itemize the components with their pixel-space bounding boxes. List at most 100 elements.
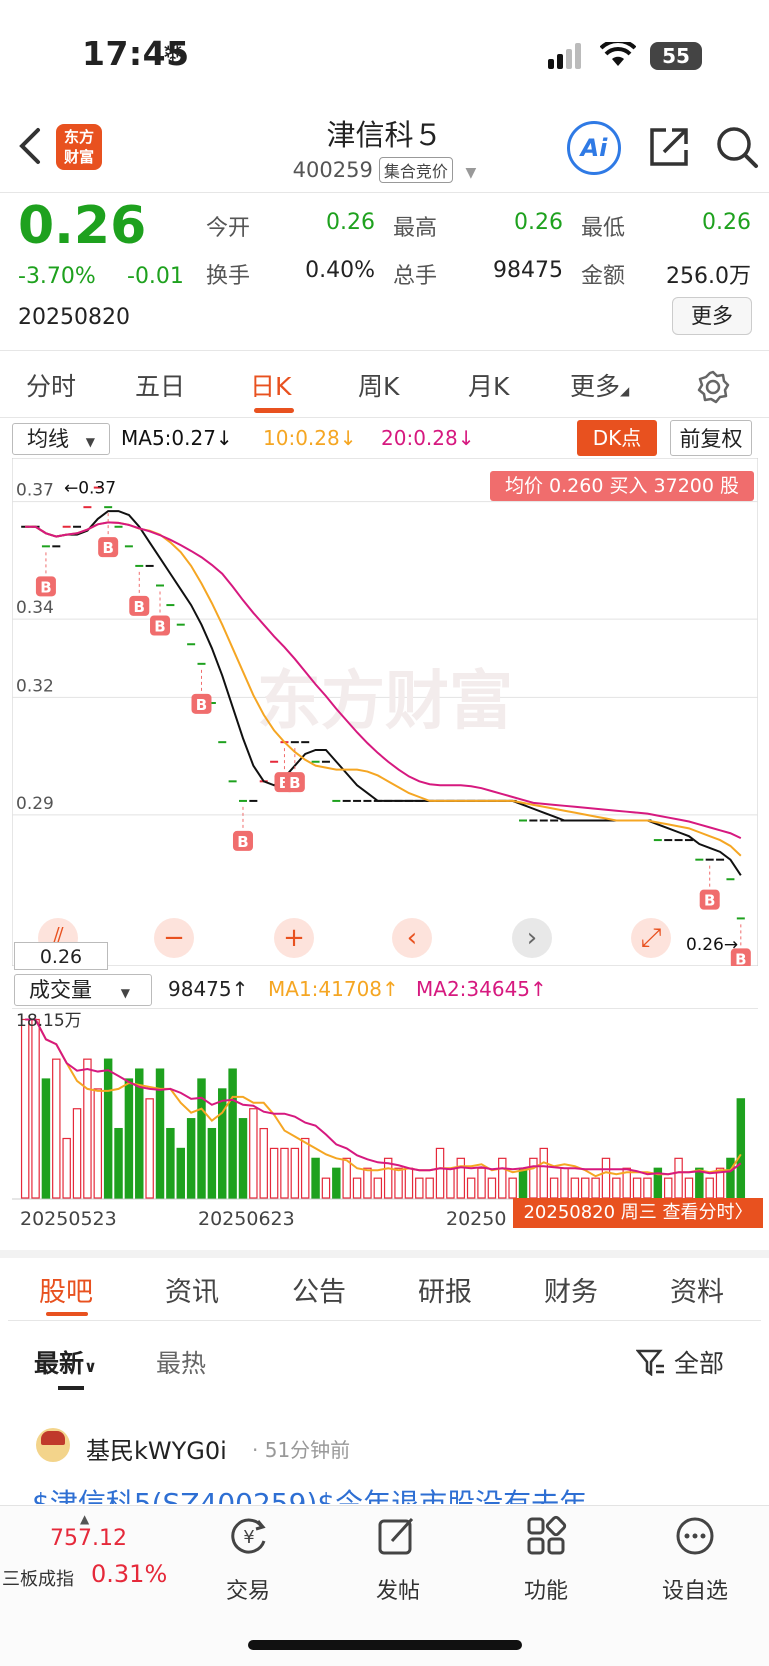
period-tabs: 分时 五日 日K 周K 月K 更多◢ [0, 355, 769, 417]
volume-bar [300, 1137, 310, 1199]
volume-bar [446, 1167, 455, 1199]
filter-button[interactable]: 全部 [635, 1344, 724, 1380]
search-icon[interactable] [714, 124, 760, 170]
volume-bar [228, 1068, 237, 1199]
date-axis-3: 20250 [446, 1208, 507, 1230]
zoom-out-button[interactable]: − [154, 918, 194, 958]
volume-bar [176, 1147, 185, 1199]
avatar[interactable] [36, 1428, 70, 1462]
volume-value-label: 98475↑ [168, 977, 249, 1001]
settings-gear-icon[interactable] [696, 370, 730, 404]
vol-ma1-label: MA1:41708↑ [268, 977, 399, 1001]
post-author[interactable]: 基民kWYG0i [86, 1431, 227, 1466]
volume-bar [518, 1167, 528, 1199]
more-dots-icon[interactable] [674, 1515, 716, 1557]
volume-bar [52, 1058, 61, 1199]
tab-guba[interactable]: 股吧 [39, 1270, 93, 1309]
tab-more[interactable]: 更多◢ [570, 367, 629, 403]
tab-monthly-k[interactable]: 月K [468, 367, 509, 403]
volume-bar [404, 1167, 414, 1199]
post-time-value: 51分钟前 [264, 1438, 351, 1462]
tab-weekly-k[interactable]: 周K [358, 367, 399, 403]
tab-profile[interactable]: 资料 [670, 1270, 724, 1309]
trade-icon[interactable]: ¥ [228, 1515, 270, 1557]
divider [0, 350, 769, 351]
nav-post[interactable]: 发帖 [348, 1573, 448, 1605]
feed-tab-hot[interactable]: 最热 [156, 1344, 206, 1380]
volume-bar [93, 1088, 103, 1199]
index-value[interactable]: 757.12 [50, 1526, 127, 1551]
high-marker: ←0.37 [64, 479, 116, 499]
post-preview[interactable]: $津信科5(SZ400259)$今年退市股没有去年 [32, 1484, 752, 1504]
tab-five-day[interactable]: 五日 [135, 367, 185, 403]
turnover-label: 换手 [206, 264, 251, 289]
compose-icon[interactable] [376, 1515, 418, 1557]
high-value: 0.26 [514, 210, 563, 235]
volume-indicator-select[interactable]: 成交量 ▼ [14, 974, 152, 1006]
indicator-select[interactable]: 均线 ▼ [12, 423, 110, 455]
status-bar: 17:45 ❄ 55 [0, 0, 769, 110]
session-tag: 集合竞价 [378, 157, 453, 183]
tab-daily-k[interactable]: 日K [250, 367, 291, 403]
k-line-chart[interactable]: 东方财富 BBBBBBBBBB 0.370.340.320.29←0.370.2… [12, 458, 758, 966]
buy-marker-label: B [704, 892, 715, 910]
tab-announcements[interactable]: 公告 [292, 1270, 346, 1309]
scroll-left-button[interactable]: ‹ [392, 918, 432, 958]
date-axis-2: 20250623 [198, 1208, 295, 1230]
chevron-down-icon: ∨ [84, 1357, 98, 1376]
divider [8, 1320, 761, 1321]
home-indicator [248, 1640, 522, 1650]
cellular-signal-icon [548, 43, 581, 69]
volume-bar [352, 1177, 362, 1199]
volume-bar [456, 1157, 466, 1199]
amount-label: 金额 [581, 264, 626, 289]
watermark-text: 东方财富 [257, 665, 513, 739]
chevron-down-icon: ▼ [120, 986, 130, 1000]
index-percent: 0.31% [91, 1560, 168, 1588]
turnover-value: 0.40% [305, 258, 375, 283]
adjust-button[interactable]: 前复权 [670, 420, 752, 456]
scroll-right-button[interactable]: › [512, 918, 552, 958]
apps-grid-icon[interactable] [525, 1515, 567, 1557]
ma10-label: 10:0.28↓ [263, 426, 357, 450]
nav-add-watchlist[interactable]: 设自选 [645, 1573, 745, 1605]
nav-functions[interactable]: 功能 [496, 1573, 596, 1605]
change-amount: -0.01 [127, 264, 184, 289]
indicator-select-value: 均线 [27, 427, 69, 451]
more-quote-button[interactable]: 更多 [672, 297, 752, 335]
price-axis-label: 0.29 [16, 794, 54, 814]
fullscreen-button[interactable]: ⤢ [631, 918, 671, 958]
volume-bar [394, 1167, 403, 1199]
tab-finance[interactable]: 财务 [544, 1270, 598, 1309]
avatar-hat [41, 1431, 65, 1445]
volume-value: 98475 [493, 258, 563, 283]
tab-news[interactable]: 资讯 [165, 1270, 219, 1309]
active-tab-indicator [254, 408, 294, 413]
volume-bar [290, 1147, 300, 1199]
volume-bar [124, 1078, 134, 1199]
buy-marker-label: B [196, 696, 207, 714]
feed-tab-latest[interactable]: 最新∨ [34, 1344, 97, 1380]
volume-bar [705, 1177, 714, 1199]
dk-point-button[interactable]: DK点 [577, 420, 657, 456]
open-label: 今开 [206, 216, 251, 241]
buy-marker-label: B [237, 833, 248, 851]
volume-bar [41, 1078, 51, 1199]
ai-button[interactable]: Ai [567, 121, 621, 175]
chevron-down-icon: ▼ [465, 165, 477, 181]
stock-code: 400259 [292, 158, 373, 182]
volume-bar [83, 1058, 92, 1199]
share-icon[interactable] [648, 126, 690, 168]
price-axis-label: 0.32 [16, 676, 54, 696]
tab-research[interactable]: 研报 [418, 1270, 472, 1309]
volume-bar [72, 1108, 82, 1199]
volume-bar [570, 1177, 580, 1199]
volume-bar [311, 1157, 320, 1199]
quote-date: 20250820 [18, 305, 130, 330]
change-percent: -3.70% [18, 264, 96, 289]
nav-trade[interactable]: 交易 [198, 1573, 298, 1605]
tab-intraday[interactable]: 分时 [26, 367, 76, 403]
zoom-in-button[interactable]: + [274, 918, 314, 958]
view-intraday-badge[interactable]: 20250820 周三 查看分时〉 [513, 1198, 763, 1228]
volume-chart[interactable]: 18.15万 [12, 1008, 758, 1200]
